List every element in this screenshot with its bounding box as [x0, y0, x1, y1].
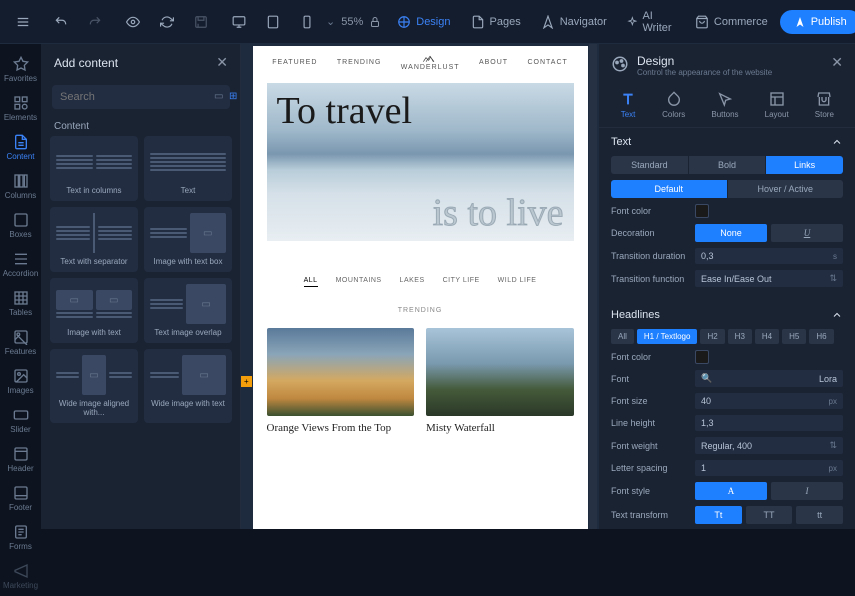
content-item[interactable]: ▭Text image overlap	[144, 278, 232, 343]
chevron-up-icon	[831, 136, 843, 148]
transition-duration-input[interactable]: 0,3s	[695, 248, 843, 264]
style-normal[interactable]: A	[695, 482, 767, 500]
palette-icon	[611, 55, 629, 73]
h-h6[interactable]: H6	[809, 329, 833, 344]
h-all[interactable]: All	[611, 329, 634, 344]
tt-upper[interactable]: TT	[746, 506, 793, 524]
left-nav: Favorites Elements Content Columns Boxes…	[0, 44, 42, 529]
section-headlines[interactable]: Headlines	[599, 301, 855, 329]
site-logo[interactable]: WANDERLUST	[401, 54, 460, 71]
content-item[interactable]: ▭Wide image with text	[144, 349, 232, 423]
close-icon[interactable]: ✕	[216, 54, 228, 71]
font-color-swatch[interactable]	[695, 204, 709, 218]
content-item[interactable]: ▭▭Image with text	[50, 278, 138, 343]
tab-buttons[interactable]: Buttons	[711, 91, 738, 119]
nav-columns[interactable]: Columns	[0, 167, 41, 206]
section-label: Content	[42, 113, 240, 136]
canvas[interactable]: + FEATURED TRENDING WANDERLUST ABOUT CON…	[241, 44, 599, 529]
lock-icon	[369, 16, 381, 28]
top-toolbar: ⌄ 55% Design Pages Navigator AI Writer C…	[0, 0, 855, 44]
h-h3[interactable]: H3	[728, 329, 752, 344]
grid-view-icon[interactable]: ⊞	[229, 91, 241, 103]
h-h2[interactable]: H2	[700, 329, 724, 344]
nav-elements[interactable]: Elements	[0, 89, 41, 128]
site-nav: FEATURED TRENDING WANDERLUST ABOUT CONTA…	[253, 46, 588, 79]
tab-store[interactable]: Store	[815, 91, 834, 119]
nav-forms[interactable]: Forms	[0, 518, 41, 557]
nav-images[interactable]: Images	[0, 362, 41, 401]
nav-marketing[interactable]: Marketing	[0, 557, 41, 596]
tt-lower[interactable]: tt	[796, 506, 843, 524]
content-item[interactable]: ▭Image with text box	[144, 207, 232, 272]
variant-links[interactable]: Links	[766, 156, 843, 174]
nav-content[interactable]: Content	[0, 128, 41, 167]
preview-icon[interactable]	[118, 10, 148, 34]
h-h4[interactable]: H4	[755, 329, 779, 344]
tt-none[interactable]: Tt	[695, 506, 742, 524]
letter-spacing-input[interactable]: 1px	[695, 460, 843, 476]
nav-tables[interactable]: Tables	[0, 284, 41, 323]
content-item[interactable]: Text in columns	[50, 136, 138, 201]
h-h5[interactable]: H5	[782, 329, 806, 344]
nav-slider[interactable]: Slider	[0, 401, 41, 440]
tab-colors[interactable]: Colors	[662, 91, 685, 119]
font-select[interactable]: 🔍 Lora	[695, 370, 843, 387]
tab-layout[interactable]: Layout	[765, 91, 789, 119]
card-item[interactable]: Orange Views From the Top	[267, 328, 415, 434]
search-input[interactable]: ▭ ⊞	[52, 85, 230, 109]
redo-icon[interactable]	[80, 10, 110, 34]
publish-button[interactable]: Publish	[780, 10, 855, 34]
section-text[interactable]: Text	[599, 128, 855, 156]
tablet-icon[interactable]	[258, 10, 288, 34]
variant-bold[interactable]: Bold	[689, 156, 767, 174]
save-icon[interactable]	[186, 10, 216, 34]
trending-label: TRENDING	[253, 293, 588, 328]
nav-features[interactable]: Features	[0, 323, 41, 362]
zoom-control[interactable]: ⌄ 55%	[326, 15, 381, 28]
variant-standard[interactable]: Standard	[611, 156, 689, 174]
desktop-icon[interactable]	[224, 10, 254, 34]
state-default[interactable]: Default	[611, 180, 728, 198]
content-item[interactable]: ▭Wide image aligned with...	[50, 349, 138, 423]
refresh-icon[interactable]	[152, 10, 182, 34]
headline-color-swatch[interactable]	[695, 350, 709, 364]
design-mode[interactable]: Design	[389, 10, 458, 34]
filter-tabs: ALL MOUNTAINS LAKES CITY LIFE WILD LIFE	[253, 245, 588, 293]
element-marker[interactable]: +	[241, 376, 252, 387]
deco-none[interactable]: None	[695, 224, 767, 242]
font-weight-select[interactable]: Regular, 400⇅	[695, 437, 843, 454]
chevron-up-icon	[831, 309, 843, 321]
panel-title: Add content	[54, 56, 118, 70]
design-panel: Design Control the appearance of the web…	[599, 44, 855, 529]
nav-accordion[interactable]: Accordion	[0, 245, 41, 284]
hero-section[interactable]: To travel is to live	[267, 83, 574, 241]
line-height-input[interactable]: 1,3	[695, 415, 843, 431]
content-item[interactable]: Text with separator	[50, 207, 138, 272]
commerce-button[interactable]: Commerce	[687, 10, 776, 34]
nav-footer[interactable]: Footer	[0, 479, 41, 518]
menu-icon[interactable]	[8, 10, 38, 34]
nav-header[interactable]: Header	[0, 440, 41, 479]
transition-function-select[interactable]: Ease In/Ease Out⇅	[695, 270, 843, 287]
state-hover[interactable]: Hover / Active	[728, 180, 844, 198]
nav-boxes[interactable]: Boxes	[0, 206, 41, 245]
style-italic[interactable]: I	[771, 482, 843, 500]
list-view-icon[interactable]: ▭	[214, 91, 226, 103]
deco-underline[interactable]: U	[771, 224, 843, 242]
pages-button[interactable]: Pages	[463, 10, 529, 34]
undo-icon[interactable]	[46, 10, 76, 34]
add-content-panel: Add content ✕ ▭ ⊞ Content Text in column…	[42, 44, 241, 529]
card-item[interactable]: Misty Waterfall	[426, 328, 574, 434]
close-icon[interactable]: ✕	[831, 54, 843, 71]
preview-page: FEATURED TRENDING WANDERLUST ABOUT CONTA…	[253, 46, 588, 529]
tab-text[interactable]: Text	[620, 91, 636, 119]
ai-writer-button[interactable]: AI Writer	[619, 5, 683, 39]
mobile-icon[interactable]	[292, 10, 322, 34]
font-size-input[interactable]: 40px	[695, 393, 843, 409]
nav-favorites[interactable]: Favorites	[0, 50, 41, 89]
h-h1[interactable]: H1 / Textlogo	[637, 329, 698, 344]
navigator-button[interactable]: Navigator	[533, 10, 615, 34]
content-item[interactable]: Text	[144, 136, 232, 201]
